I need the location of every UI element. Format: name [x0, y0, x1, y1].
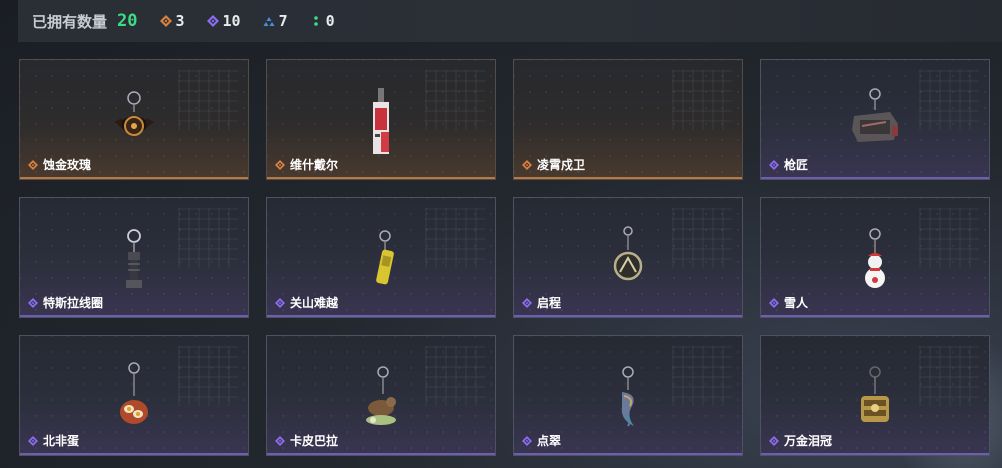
stat-green: 0: [310, 12, 335, 30]
gold-diamond-icon: [159, 15, 172, 27]
gold-diamond-icon: [28, 159, 38, 170]
charm-name: 点翠: [537, 434, 562, 448]
purple-diamond-icon: [522, 435, 532, 446]
charm-card[interactable]: 蚀金玫瑰: [19, 59, 249, 180]
charm-card[interactable]: 点翠: [513, 335, 743, 456]
green-dot-icon: [310, 15, 322, 27]
charm-name: 万金泪冠: [784, 434, 833, 448]
charm-name: 枪匠: [784, 158, 809, 172]
gold-count: 3: [175, 12, 185, 30]
gun-case-charm-icon: [761, 60, 989, 160]
snowman-charm-icon: [761, 198, 989, 298]
charm-name: 启程: [537, 296, 562, 310]
shakshuka-charm-icon: [20, 336, 248, 436]
purple-count: 10: [222, 12, 241, 30]
charm-card[interactable]: 枪匠: [760, 59, 990, 180]
rose-charm-icon: [20, 60, 248, 160]
capybara-charm-icon: [267, 336, 495, 436]
stat-gold: 3: [159, 12, 185, 30]
green-count: 0: [325, 12, 335, 30]
charm-card[interactable]: 北非蛋: [19, 335, 249, 456]
golden-crown-charm-icon: [761, 336, 989, 436]
purple-diamond-icon: [28, 435, 38, 446]
purple-diamond-icon: [275, 435, 285, 446]
blue-triangle-icon: [263, 15, 275, 27]
blue-count: 7: [278, 12, 288, 30]
stat-purple: 10: [206, 12, 241, 30]
charm-card[interactable]: 凌霄戍卫: [513, 59, 743, 180]
charm-name: 凌霄戍卫: [537, 158, 586, 172]
purple-diamond-icon: [522, 297, 532, 308]
charm-card[interactable]: 卡皮巴拉: [266, 335, 496, 456]
purple-diamond-icon: [769, 297, 779, 308]
charm-card[interactable]: 关山难越: [266, 197, 496, 318]
charm-name: 维什戴尔: [290, 158, 339, 172]
charm-card[interactable]: 启程: [513, 197, 743, 318]
purple-diamond-icon: [206, 15, 219, 27]
empty-slot-icon: [514, 60, 742, 160]
charm-name: 北非蛋: [43, 434, 80, 448]
owned-total: 20: [117, 11, 138, 31]
tesla-coil-charm-icon: [20, 198, 248, 298]
gold-diamond-icon: [522, 159, 532, 170]
purple-diamond-icon: [275, 297, 285, 308]
gold-diamond-icon: [275, 159, 285, 170]
charm-name: 关山难越: [290, 296, 339, 310]
collection-header: 已拥有数量 20 3 10 7 0: [18, 0, 1002, 42]
stat-blue: 7: [263, 12, 288, 30]
charm-card[interactable]: 特斯拉线圈: [19, 197, 249, 318]
medallion-charm-icon: [514, 198, 742, 298]
purple-diamond-icon: [769, 159, 779, 170]
charm-name: 特斯拉线圈: [43, 296, 104, 310]
owned-count-label: 已拥有数量: [32, 12, 108, 31]
charm-name: 蚀金玫瑰: [43, 158, 92, 172]
charm-name: 雪人: [784, 296, 809, 310]
yellow-can-charm-icon: [267, 198, 495, 298]
charm-card[interactable]: 维什戴尔: [266, 59, 496, 180]
purple-diamond-icon: [28, 297, 38, 308]
red-card-charm-icon: [267, 60, 495, 160]
kingfisher-charm-icon: [514, 336, 742, 436]
purple-diamond-icon: [769, 435, 779, 446]
charm-card[interactable]: 万金泪冠: [760, 335, 990, 456]
charm-card[interactable]: 雪人: [760, 197, 990, 318]
charm-name: 卡皮巴拉: [290, 434, 339, 448]
